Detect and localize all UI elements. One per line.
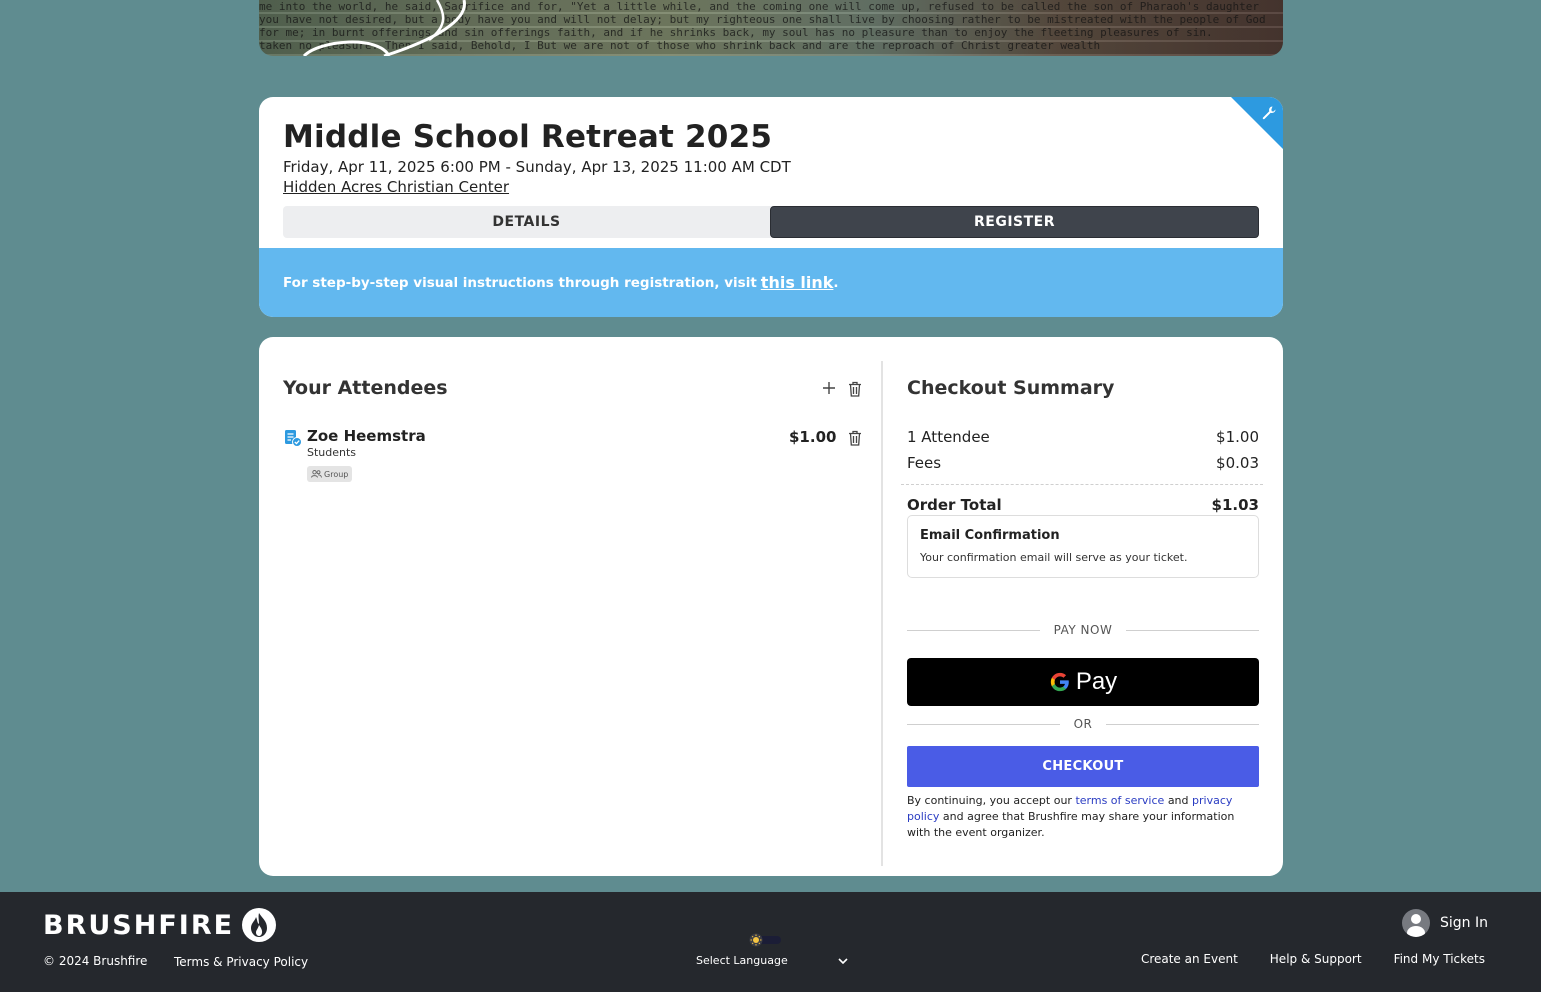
find-my-tickets-link[interactable]: Find My Tickets: [1394, 952, 1485, 966]
instructions-banner: For step-by-step visual instructions thr…: [259, 248, 1283, 317]
create-event-link[interactable]: Create an Event: [1141, 952, 1238, 966]
group-badge: Group: [307, 466, 353, 482]
language-select-label: Select Language: [696, 954, 788, 967]
pay-now-separator: PAY NOW: [907, 623, 1259, 637]
remove-attendee-button[interactable]: [848, 430, 862, 446]
summary-label: 1 Attendee: [907, 428, 990, 446]
email-confirmation-title: Email Confirmation: [920, 528, 1060, 543]
attendee-form-icon: [285, 430, 302, 447]
event-title: Middle School Retreat 2025: [283, 119, 773, 155]
instructions-link[interactable]: this link: [761, 273, 834, 292]
terms-of-service-link[interactable]: terms of service: [1075, 794, 1164, 807]
event-dates: Friday, Apr 11, 2025 6:00 PM - Sunday, A…: [283, 158, 791, 176]
brushfire-logo[interactable]: BRUSHFIRE: [43, 908, 277, 942]
wrench-icon: [1262, 106, 1276, 120]
copyright-text: © 2024 Brushfire: [43, 954, 148, 968]
google-g-icon: [1050, 672, 1069, 692]
footer-links: Create an Event Help & Support Find My T…: [1141, 952, 1485, 966]
plus-icon: [823, 382, 835, 394]
sign-in-button[interactable]: Sign In: [1402, 909, 1488, 937]
summary-row-fees: Fees $0.03: [907, 454, 1259, 472]
admin-tools-corner[interactable]: [1231, 97, 1283, 149]
banner-flame-outline: [302, 0, 466, 56]
brand-name: BRUSHFIRE: [43, 909, 235, 941]
trash-icon: [849, 381, 861, 397]
attendee-ticket-type: Students: [307, 446, 357, 459]
event-banner-image: me into the world, he said, Sacrifice an…: [259, 0, 1283, 56]
event-header-card: Middle School Retreat 2025 Friday, Apr 1…: [259, 97, 1283, 317]
email-confirmation-box: Email Confirmation Your confirmation ema…: [907, 515, 1259, 578]
brushfire-flame-icon: [242, 908, 277, 942]
checkout-button[interactable]: CHECKOUT: [907, 746, 1259, 787]
theme-toggle[interactable]: [747, 932, 781, 947]
legal-and: and: [1167, 794, 1189, 807]
chevron-down-icon: [838, 957, 848, 964]
checkout-summary-heading: Checkout Summary: [907, 377, 1115, 399]
tab-register[interactable]: REGISTER: [770, 206, 1259, 238]
user-avatar-icon: [1402, 909, 1430, 937]
group-icon: [311, 470, 322, 478]
or-separator: OR: [907, 717, 1259, 731]
language-select[interactable]: Select Language: [696, 954, 848, 967]
pay-now-label: PAY NOW: [1053, 623, 1113, 637]
trash-icon: [849, 430, 861, 446]
summary-row-total: Order Total $1.03: [907, 496, 1259, 514]
attendees-heading: Your Attendees: [283, 377, 448, 399]
event-tabs: DETAILS REGISTER: [283, 206, 1259, 238]
group-badge-label: Group: [324, 469, 349, 479]
sign-in-label: Sign In: [1440, 915, 1488, 931]
email-confirmation-text: Your confirmation email will serve as yo…: [920, 551, 1188, 564]
google-pay-label: Pay: [1075, 668, 1118, 695]
registration-card: Your Attendees Zoe Heemstra Students Gro…: [259, 337, 1283, 876]
instructions-text: For step-by-step visual instructions thr…: [283, 274, 757, 291]
sun-icon: [749, 933, 781, 947]
summary-value: $1.00: [1216, 428, 1259, 446]
legal-notice: By continuing, you accept our terms of s…: [907, 793, 1259, 841]
add-attendee-button[interactable]: [822, 379, 836, 397]
tab-details[interactable]: DETAILS: [283, 206, 770, 238]
legal-text: By continuing, you accept our: [907, 794, 1072, 807]
order-total-value: $1.03: [1211, 496, 1259, 514]
attendee-name: Zoe Heemstra: [307, 427, 426, 445]
remove-all-attendees-button[interactable]: [848, 381, 862, 397]
google-pay-button[interactable]: Pay: [907, 658, 1259, 706]
event-venue-link[interactable]: Hidden Acres Christian Center: [283, 178, 509, 196]
column-divider: [881, 361, 883, 866]
instructions-suffix: .: [833, 274, 839, 291]
terms-privacy-link[interactable]: Terms & Privacy Policy: [174, 955, 308, 969]
summary-row-attendees: 1 Attendee $1.00: [907, 428, 1259, 446]
order-total-label: Order Total: [907, 496, 1002, 514]
or-label: OR: [1073, 717, 1093, 731]
legal-text-2: and agree that Brushfire may share your …: [907, 810, 1235, 839]
summary-label: Fees: [907, 454, 942, 472]
summary-value: $0.03: [1216, 454, 1259, 472]
summary-divider: [901, 484, 1263, 485]
help-support-link[interactable]: Help & Support: [1270, 952, 1362, 966]
attendee-price: $1.00: [789, 428, 837, 446]
site-footer: BRUSHFIRE © 2024 Brushfire Terms & Priva…: [0, 892, 1541, 992]
